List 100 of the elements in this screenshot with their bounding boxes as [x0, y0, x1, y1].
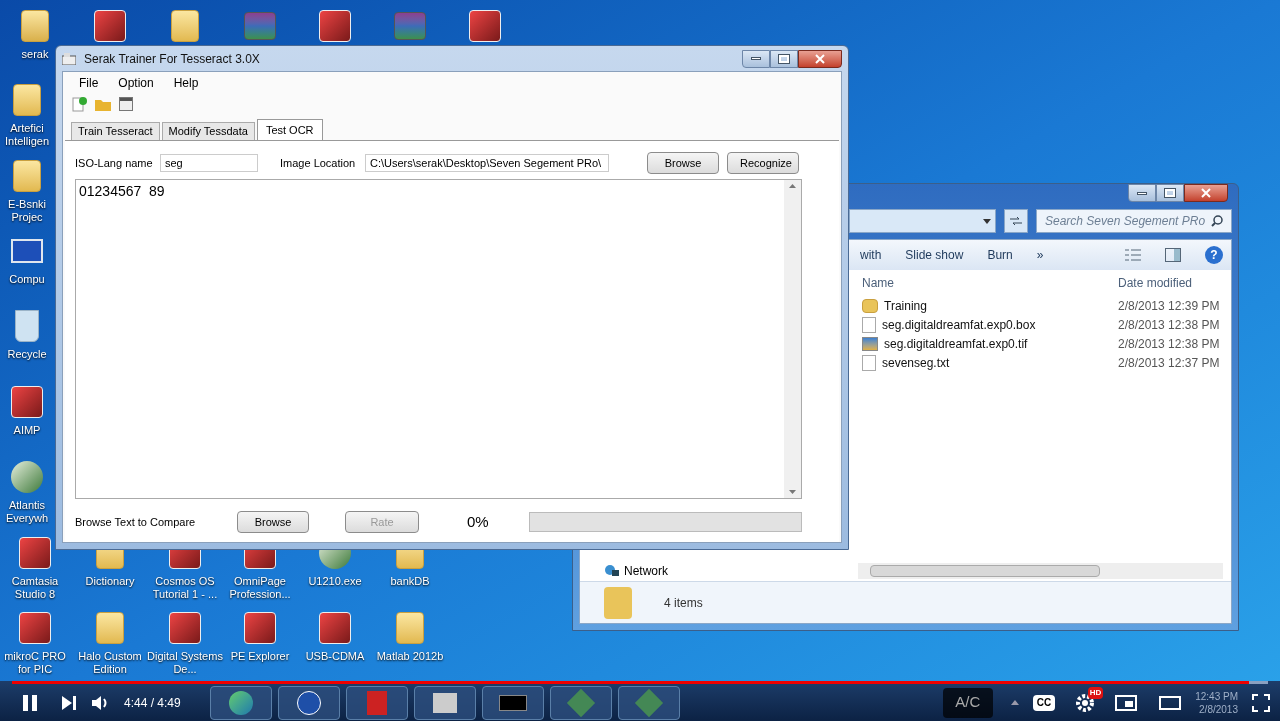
column-header[interactable]: Name: [858, 274, 1115, 292]
toolbar-item[interactable]: with: [860, 246, 882, 264]
desktop-icon-label[interactable]: Digital Systems De...: [147, 650, 223, 676]
maximize-button[interactable]: [770, 49, 798, 68]
ac-button[interactable]: A/C: [942, 687, 993, 718]
tab[interactable]: Train Tesseract: [71, 122, 160, 140]
search-field[interactable]: Search Seven Segement PRo: [1036, 209, 1232, 233]
ocr-output-text: 01234567 89: [78, 182, 166, 201]
menu-item[interactable]: File: [71, 74, 107, 92]
desktop-icon-label[interactable]: Dictionary: [85, 575, 135, 588]
pause-icon: [23, 694, 37, 711]
file-date: 2/8/2013 12:37 PM: [1117, 354, 1220, 372]
recognize-button[interactable]: Recognize: [727, 152, 799, 174]
minimize-button[interactable]: [1128, 184, 1156, 202]
close-button[interactable]: [1184, 184, 1228, 202]
hd-badge: HD: [1087, 686, 1104, 699]
caret-up-icon[interactable]: [1010, 700, 1019, 705]
folder-icon: [13, 84, 41, 116]
desktop-icon-label[interactable]: Cosmos OS Tutorial 1 - ...: [147, 575, 223, 601]
desktop-icon-label[interactable]: U1210.exe: [308, 575, 362, 588]
taskbar-button[interactable]: [210, 685, 272, 720]
taskbar-button[interactable]: [278, 685, 340, 720]
column-header[interactable]: Date modified: [1115, 274, 1193, 292]
desktop-icon-label[interactable]: mikroC PRO for PIC: [0, 650, 73, 676]
folder-icon: [21, 10, 49, 42]
file-name: Training: [884, 297, 927, 315]
archive-icon: [394, 12, 426, 40]
app-icon: [169, 612, 201, 644]
desktop-icon-label[interactable]: bankDB: [390, 575, 430, 588]
toolbar-item[interactable]: Burn: [987, 246, 1013, 264]
desktop-icon-label[interactable]: Atlantis Everywh: [0, 499, 54, 525]
desktop-icon-label[interactable]: OmniPage Profession...: [222, 575, 298, 601]
browse-button[interactable]: Browse: [647, 152, 719, 174]
scroll-up-icon[interactable]: [789, 184, 796, 188]
toolbar-item[interactable]: Slide show: [905, 246, 964, 264]
miniplayer-icon[interactable]: [1115, 694, 1138, 711]
menu-item[interactable]: Help: [165, 74, 207, 92]
desktop-icon-label[interactable]: serak: [21, 48, 49, 61]
lang-field[interactable]: seg: [160, 154, 258, 172]
scroll-down-icon[interactable]: [789, 490, 796, 494]
search-icon: [1211, 215, 1223, 227]
theater-mode-icon[interactable]: [1159, 695, 1182, 710]
desktop-icon-label[interactable]: Camtasia Studio 8: [0, 575, 73, 601]
minimize-button[interactable]: [742, 49, 770, 68]
fullscreen-icon[interactable]: [1252, 693, 1270, 712]
folder-icon: [604, 586, 632, 619]
desktop-icon-label[interactable]: Halo Custom Edition: [72, 650, 148, 676]
next-icon: [62, 695, 76, 710]
desktop-icon-label[interactable]: USB-CDMA: [305, 650, 365, 663]
image-file-icon: [862, 336, 878, 351]
desktop-icon-label[interactable]: Artefici Intelligen: [0, 122, 54, 148]
browse-button[interactable]: Browse: [237, 511, 309, 534]
app-icon: [319, 612, 351, 644]
captions-button[interactable]: CC: [1032, 694, 1056, 711]
desktop-icon-label[interactable]: AIMP: [13, 424, 41, 437]
app-icon: [469, 10, 501, 42]
file-row[interactable]: seg.digitaldreamfat.exp0.tif 2/8/2013 12:38 PM: [858, 334, 1231, 353]
file-name: sevenseg.txt: [882, 354, 950, 372]
desktop-icon-label[interactable]: Matlab 2012b: [376, 650, 444, 663]
compare-label: Browse Text to Compare: [75, 515, 197, 530]
app-icon: [11, 386, 43, 418]
app-icon: [319, 10, 351, 42]
horizontal-scrollbar[interactable]: [858, 563, 1223, 579]
preview-pane-icon[interactable]: [1165, 248, 1181, 262]
window-icon[interactable]: [119, 97, 133, 111]
app-icon: [94, 10, 126, 42]
document-icon: [862, 354, 876, 371]
taskbar-button[interactable]: [414, 685, 476, 720]
location-field[interactable]: C:\Users\serak\Desktop\Seven Segement PRo\: [365, 154, 609, 172]
desktop-icon-label[interactable]: E-Bsnki Projec: [0, 198, 54, 224]
file-row[interactable]: seg.digitaldreamfat.exp0.box 2/8/2013 12:38 PM: [858, 315, 1231, 334]
settings-icon[interactable]: [1076, 693, 1095, 712]
taskbar-button[interactable]: [482, 685, 544, 720]
dropdown-arrow-icon: [983, 218, 991, 224]
desktop-icon-label[interactable]: PE Explorer: [230, 650, 290, 663]
recycle-bin-icon: [15, 310, 39, 342]
file-date: 2/8/2013 12:38 PM: [1117, 335, 1220, 353]
field-label: Image Location: [280, 155, 357, 171]
new-file-icon[interactable]: [71, 96, 87, 112]
file-row[interactable]: sevenseg.txt 2/8/2013 12:37 PM: [858, 353, 1231, 372]
app-icon: [62, 52, 76, 65]
file-row[interactable]: Training 2/8/2013 12:39 PM: [858, 296, 1231, 315]
file-date: 2/8/2013 12:38 PM: [1117, 316, 1220, 334]
tab[interactable]: Test OCR: [256, 119, 323, 140]
close-button[interactable]: [798, 49, 842, 68]
file-name: seg.digitaldreamfat.exp0.tif: [884, 335, 1028, 353]
toolbar-item[interactable]: »: [1036, 246, 1044, 264]
vertical-scrollbar[interactable]: [784, 180, 801, 498]
tab[interactable]: Modify Tessdata: [161, 122, 255, 140]
clock-date: 2/8/2013: [1199, 702, 1238, 716]
output-text-area[interactable]: 01234567 89: [75, 179, 802, 499]
percent-text: 0%: [467, 512, 490, 532]
desktop-icon-label[interactable]: Recycle: [7, 348, 47, 361]
help-button[interactable]: ?: [1205, 246, 1223, 264]
menu-item[interactable]: Option: [110, 74, 162, 92]
archive-icon: [244, 12, 276, 40]
desktop-icon-label[interactable]: Compu: [9, 273, 45, 286]
nav-item[interactable]: Network: [624, 562, 668, 580]
maximize-button[interactable]: [1156, 184, 1184, 202]
file-name: seg.digitaldreamfat.exp0.box: [882, 316, 1036, 334]
